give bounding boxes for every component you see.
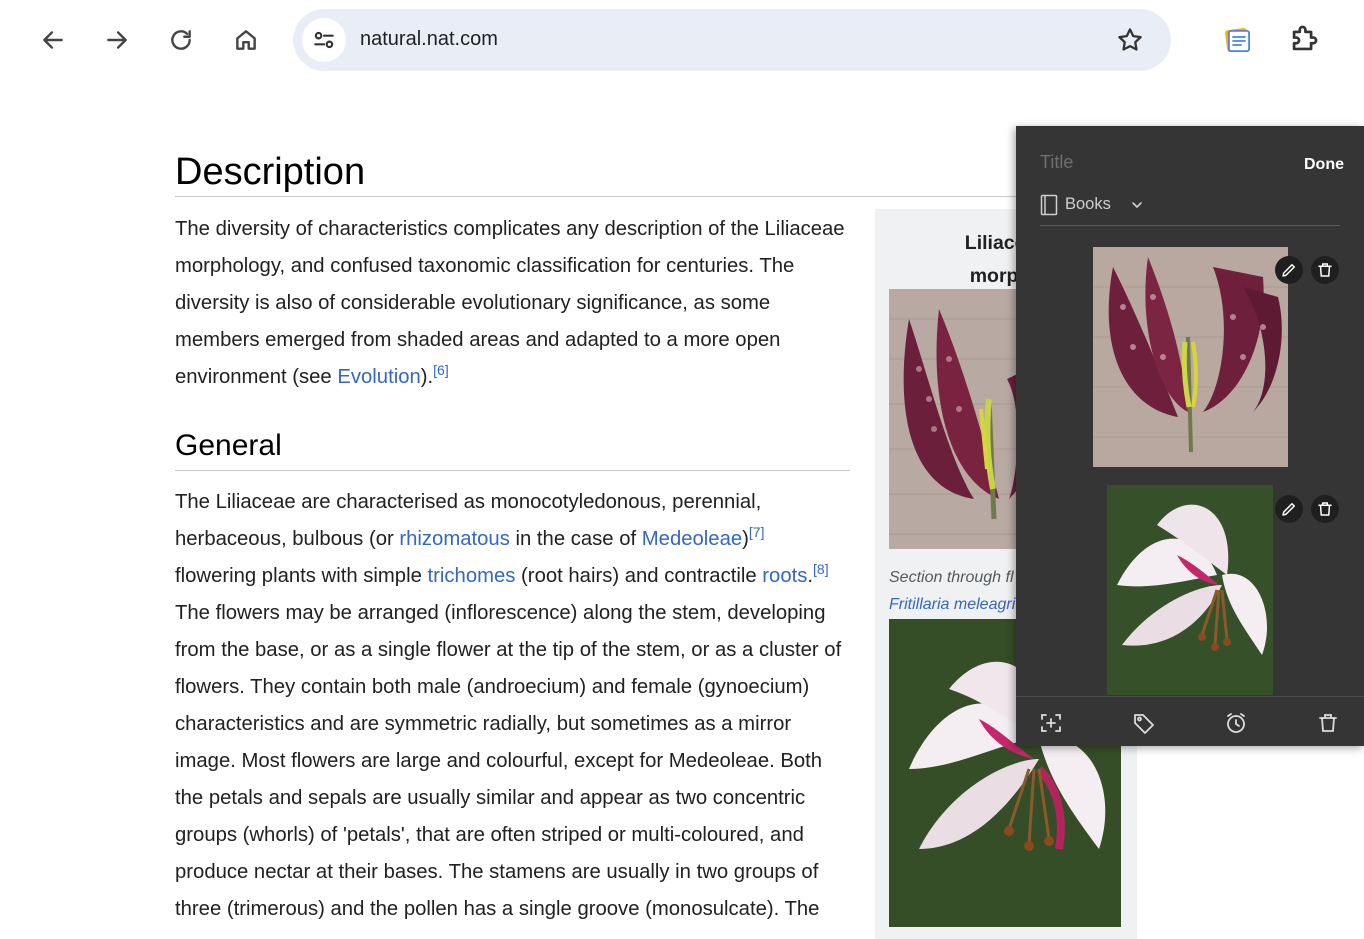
wiki-link[interactable]: roots [762,565,807,587]
forward-arrow-icon [107,31,127,49]
home-button[interactable] [226,20,266,60]
chevron-down-icon [1132,202,1142,209]
wiki-link[interactable]: rhizomatous [399,528,509,550]
pencil-icon [1282,503,1295,516]
address-bar[interactable]: natural.nat.com [293,9,1171,71]
text-run: ). [420,366,434,388]
text-run: The diversity of characteristics complic… [175,218,845,388]
wiki-link[interactable]: Medeoleae [642,528,742,550]
reload-icon [171,30,191,50]
reference-link[interactable]: [7] [749,524,765,540]
wiki-link[interactable]: Evolution [337,366,420,388]
trash-icon [1318,263,1332,277]
delete-clip1-button[interactable] [1311,256,1339,284]
text-run: in the case of [509,528,642,550]
panel-footer [1016,696,1364,747]
pencil-icon [1282,264,1295,277]
reference-link[interactable]: [8] [813,561,829,577]
tag-icon[interactable] [1132,711,1156,735]
delete-trash-icon[interactable] [1316,711,1340,735]
article-content: Description The diversity of characteris… [175,150,1025,928]
description-heading: Description [175,150,1025,197]
edit-clip1-button[interactable] [1275,256,1303,284]
back-arrow-icon [43,31,63,49]
bookmark-star-icon[interactable] [1115,25,1145,55]
notebook-label: Books [1065,195,1111,213]
description-paragraph: The diversity of characteristics complic… [175,211,850,396]
reminder-alarm-icon[interactable] [1224,711,1248,735]
back-button[interactable] [33,20,73,60]
delete-clip2-button[interactable] [1311,495,1339,523]
notes-extension-icon[interactable] [1222,24,1254,56]
text-run: The flowers may be arranged (inflorescen… [175,602,842,920]
site-settings-icon [314,31,334,49]
fritillaria-clip-image[interactable] [1093,247,1288,467]
notes-panel: Title Done Books [1016,126,1364,746]
text-run: ) [742,528,749,550]
wiki-link[interactable]: trichomes [428,565,516,587]
done-button[interactable]: Done [1304,156,1344,174]
general-heading: General [175,426,850,471]
edit-clip2-button[interactable] [1275,495,1303,523]
notebook-selector[interactable]: Books [1040,191,1340,226]
reference-link[interactable]: [6] [433,362,449,378]
general-paragraph: The Liliaceae are characterised as monoc… [175,484,850,928]
note-title-input[interactable]: Title [1040,152,1073,173]
capture-icon[interactable] [1039,711,1063,735]
url-text[interactable]: natural.nat.com [360,28,498,51]
forward-button[interactable] [97,20,137,60]
trash-icon [1318,502,1332,516]
text-run: flowering plants with simple [175,565,428,587]
browser-toolbar: natural.nat.com [0,0,1364,80]
pink-lily-clip-image[interactable] [1107,485,1273,695]
extensions-puzzle-icon[interactable] [1287,22,1321,56]
reload-button[interactable] [161,20,201,60]
home-icon [236,30,256,50]
site-settings-button[interactable] [302,18,346,62]
notebook-icon [1040,194,1058,216]
text-run: (root hairs) and contractile [515,565,763,587]
